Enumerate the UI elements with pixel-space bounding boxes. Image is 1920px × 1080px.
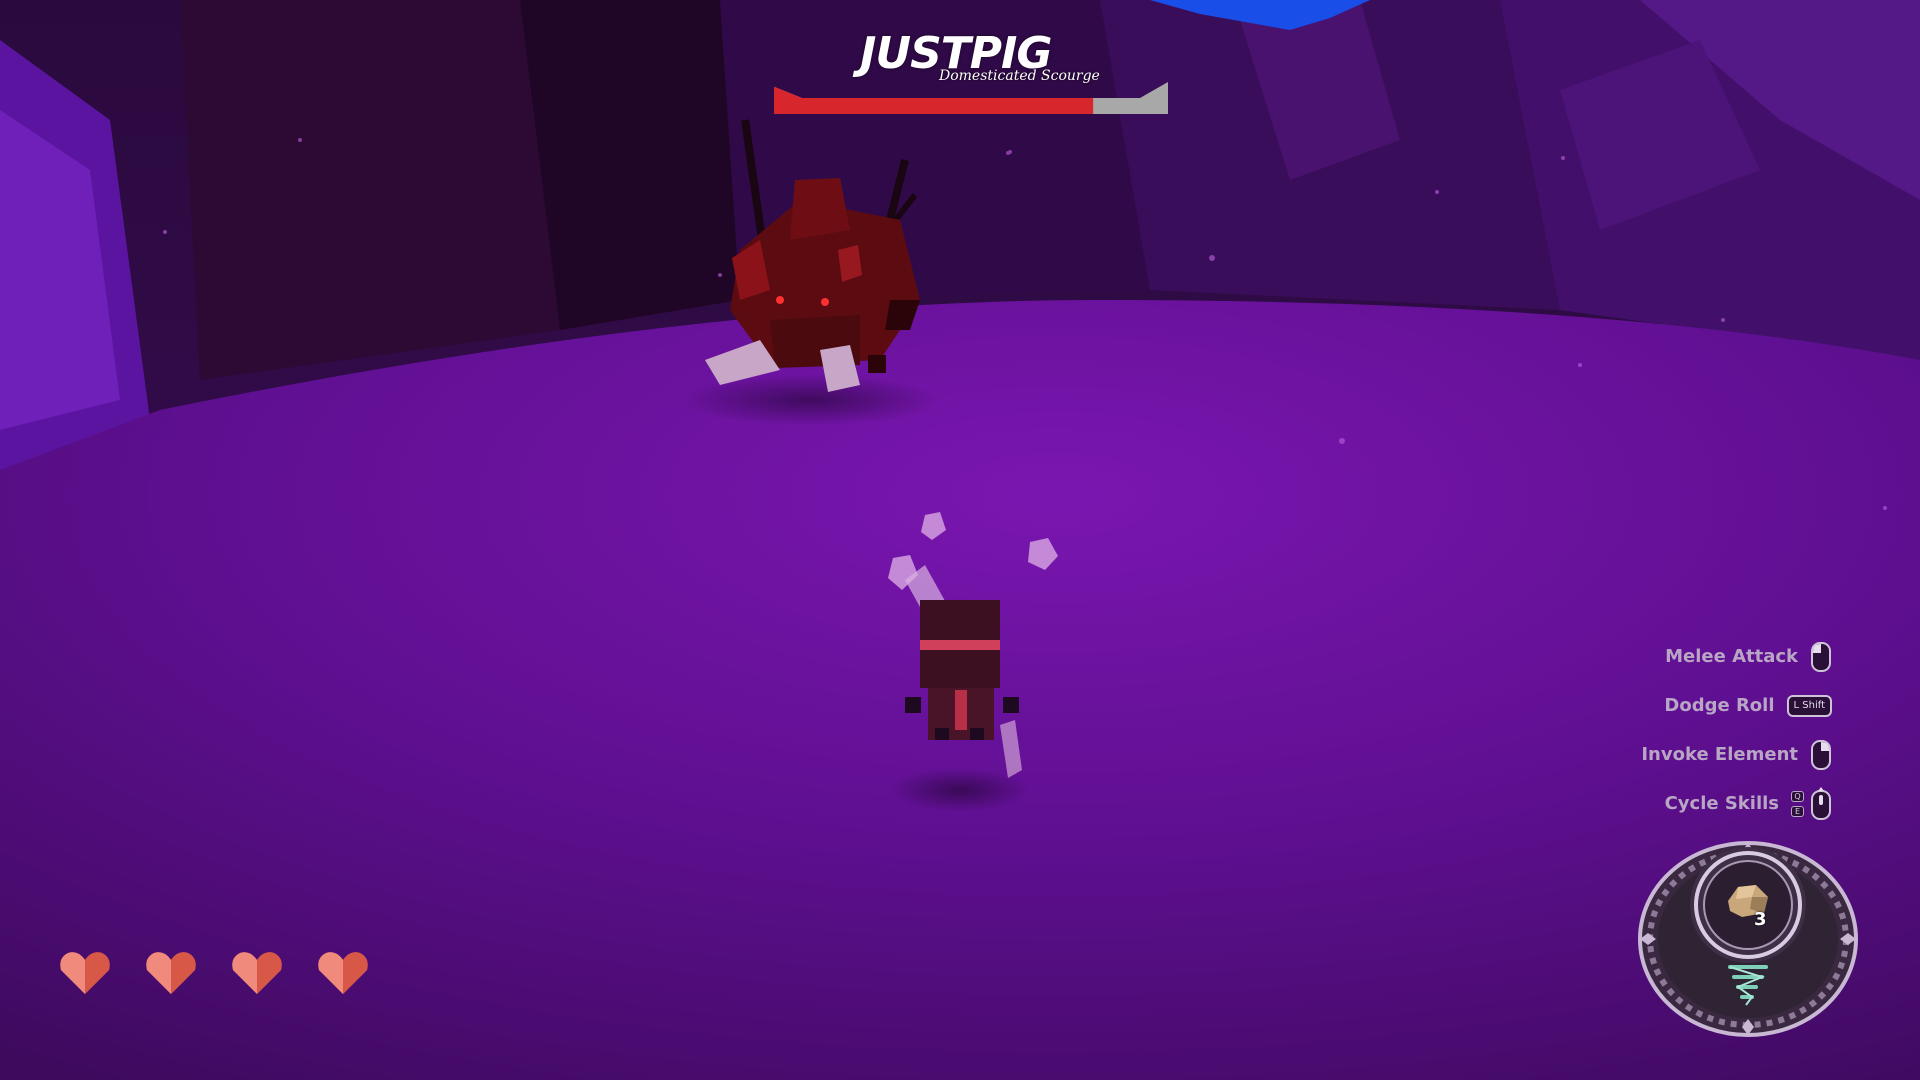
mouse-scroll-icon (1810, 786, 1832, 821)
control-label: Cycle Skills (1664, 793, 1779, 814)
control-label: Dodge Roll (1664, 695, 1775, 716)
heart-icon (60, 952, 110, 994)
keyboard-key-q: Q (1791, 790, 1804, 802)
game-viewport[interactable]: JUSTPIG Domesticated Scourge Melee Attac… (0, 0, 1920, 1080)
mouse-right-click-icon (1810, 739, 1832, 771)
heart-icon (232, 952, 282, 994)
control-dodge-roll: Dodge Roll L Shift (1472, 681, 1832, 730)
cave-arena-scene (0, 0, 1920, 1080)
control-melee-attack: Melee Attack (1472, 632, 1832, 681)
keyboard-key-e: E (1791, 805, 1804, 817)
player-health-hearts (58, 950, 370, 996)
skill-count: 3 (1754, 909, 1767, 930)
cycle-skills-keys: Q E (1791, 789, 1804, 819)
control-label: Melee Attack (1665, 646, 1798, 667)
skill-wheel: 3 (1636, 839, 1860, 1039)
heart-icon (318, 952, 368, 994)
rock-pillar (180, 0, 560, 380)
control-invoke-element: Invoke Element (1472, 730, 1832, 779)
boss-health-hud: JUSTPIG Domesticated Scourge (774, 28, 1170, 118)
skill-wheel-ring (1638, 841, 1858, 1037)
tornado-icon (1728, 965, 1768, 1006)
controls-hint-panel: Melee Attack Dodge Roll L Shift Invoke E… (1472, 632, 1832, 828)
heart-icon (146, 952, 196, 994)
control-cycle-skills: Cycle Skills Q E (1472, 779, 1832, 828)
boss-health-bar (774, 82, 1168, 114)
keyboard-key-icon: L Shift (1786, 694, 1832, 717)
mouse-left-click-icon (1810, 641, 1832, 673)
boss-health-bar-fill (774, 86, 1094, 114)
control-label: Invoke Element (1641, 744, 1798, 765)
